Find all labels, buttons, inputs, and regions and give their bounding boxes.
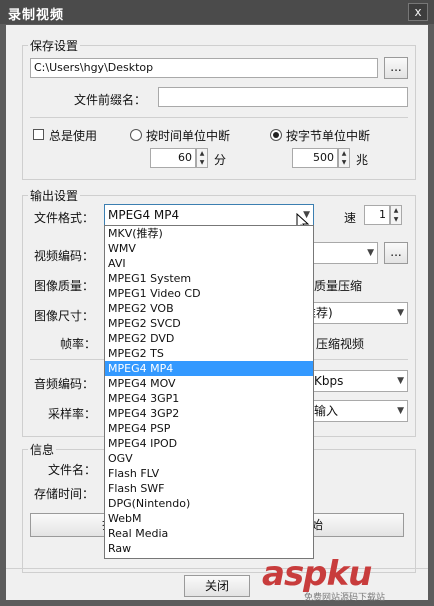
chevron-down-icon[interactable]: ▼ <box>367 243 374 263</box>
dialog-client: 保存设置 C:\Users\hgy\Desktop ... 文件前缀名： 总是使… <box>6 25 428 603</box>
video-codec-settings-button[interactable]: ... <box>384 242 408 264</box>
dropdown-option[interactable]: Flash FLV <box>105 466 313 481</box>
window-title: 录制视频 <box>8 8 65 23</box>
format-dropdown-list[interactable]: MKV(推荐) WMV AVI MPEG1 System MPEG1 Video CD M… <box>104 225 314 559</box>
dropdown-option[interactable]: MKV(推荐) <box>105 226 313 241</box>
watermark: aspku 免费网站源码下载站 <box>262 554 432 603</box>
save-settings-label: 保存设置 <box>28 37 81 54</box>
video-codec-label: 视频编码： <box>34 249 95 263</box>
recording-window: 录制视频 x 保存设置 C:\Users\hgy\Desktop ... 文件前… <box>0 0 434 606</box>
chevron-down-icon[interactable]: ▼ <box>397 303 404 323</box>
format-value: MPEG4 MP4 <box>108 208 180 222</box>
format-label: 文件格式： <box>34 211 95 225</box>
audio-input-combo[interactable]: 输入 ▼ <box>310 400 408 422</box>
compress-video-text: 压缩视频 <box>316 337 365 351</box>
dropdown-option[interactable]: Real Media <box>105 526 313 541</box>
dropdown-option[interactable]: MPEG1 System <box>105 271 313 286</box>
speed-spinner[interactable]: ▲ ▼ <box>390 205 402 225</box>
dropdown-option[interactable]: AVI <box>105 256 313 271</box>
by-size-label: 按字节单位中断 <box>286 129 371 143</box>
dropdown-option[interactable]: MPEG2 SVCD <box>105 316 313 331</box>
close-window-button[interactable]: x <box>408 3 428 21</box>
dropdown-option[interactable]: MPEG4 3GP2 <box>105 406 313 421</box>
dropdown-option[interactable]: Flash SWF <box>105 481 313 496</box>
title-bar[interactable]: 录制视频 x <box>0 0 434 24</box>
quality-compress-text: 质量压缩 <box>314 279 363 293</box>
audio-bitrate-combo[interactable]: Kbps ▼ <box>310 370 408 392</box>
divider <box>30 117 408 118</box>
audio-input-value: 输入 <box>314 404 339 418</box>
watermark-logo: aspku <box>262 554 372 594</box>
time-value-input[interactable]: 60 <box>150 148 196 168</box>
image-size-combo[interactable]: 推荐) ▼ <box>300 302 408 324</box>
dropdown-option[interactable]: MPEG4 3GP1 <box>105 391 313 406</box>
prefix-label: 文件前缀名： <box>74 93 147 107</box>
image-quality-label: 图像质量： <box>34 279 95 293</box>
spin-up-icon[interactable]: ▲ <box>339 149 349 158</box>
filename-label: 文件名： <box>48 463 97 477</box>
dropdown-option[interactable]: MPEG2 DVD <box>105 331 313 346</box>
speed-label: 速 <box>344 211 357 225</box>
audio-bitrate-value: Kbps <box>314 374 344 388</box>
size-unit: 兆 <box>356 153 369 167</box>
chevron-down-icon[interactable]: ▼ <box>397 401 404 421</box>
size-spinner[interactable]: ▲ ▼ <box>338 148 350 168</box>
format-combo[interactable]: MPEG4 MP4 ▼ <box>104 204 314 226</box>
prefix-input[interactable] <box>158 87 408 107</box>
spin-up-icon[interactable]: ▲ <box>391 206 401 215</box>
spin-down-icon[interactable]: ▼ <box>197 158 207 167</box>
dropdown-option[interactable]: MPEG2 TS <box>105 346 313 361</box>
samplerate-label: 采样率： <box>48 407 97 421</box>
savetime-label: 存储时间： <box>34 487 95 501</box>
spin-down-icon[interactable]: ▼ <box>391 215 401 224</box>
save-path-field[interactable]: C:\Users\hgy\Desktop <box>30 58 378 78</box>
dropdown-option[interactable]: DPG(Nintendo) <box>105 496 313 511</box>
audio-codec-label: 音频编码： <box>34 377 95 391</box>
always-use-label: 总是使用 <box>49 129 98 143</box>
image-size-label: 图像尺寸： <box>34 309 95 323</box>
dropdown-option[interactable]: MPEG4 IPOD <box>105 436 313 451</box>
dropdown-option[interactable]: MPEG2 VOB <box>105 301 313 316</box>
framerate-label: 帧率： <box>60 337 97 351</box>
dropdown-option[interactable]: MPEG4 PSP <box>105 421 313 436</box>
spin-up-icon[interactable]: ▲ <box>197 149 207 158</box>
dropdown-option[interactable]: MPEG4 MP4 <box>105 361 313 376</box>
time-unit: 分 <box>214 153 227 167</box>
dropdown-option[interactable]: WMV <box>105 241 313 256</box>
close-button[interactable]: 关闭 <box>184 575 250 597</box>
dropdown-option[interactable]: OGV <box>105 451 313 466</box>
dropdown-option[interactable]: MPEG4 MOV <box>105 376 313 391</box>
speed-input[interactable]: 1 <box>364 205 390 225</box>
dropdown-option[interactable]: MPEG1 Video CD <box>105 286 313 301</box>
by-time-radio[interactable] <box>130 129 142 141</box>
dropdown-option[interactable]: WebM <box>105 511 313 526</box>
by-size-radio[interactable] <box>270 129 282 141</box>
output-settings-label: 输出设置 <box>28 187 81 204</box>
info-label: 信息 <box>28 441 57 458</box>
by-time-label: 按时间单位中断 <box>146 129 231 143</box>
size-value-input[interactable]: 500 <box>292 148 338 168</box>
time-spinner[interactable]: ▲ ▼ <box>196 148 208 168</box>
always-use-checkbox[interactable] <box>33 129 44 140</box>
browse-path-button[interactable]: ... <box>384 57 408 79</box>
watermark-caption: 免费网站源码下载站 <box>304 593 386 603</box>
spin-down-icon[interactable]: ▼ <box>339 158 349 167</box>
chevron-down-icon[interactable]: ▼ <box>397 371 404 391</box>
